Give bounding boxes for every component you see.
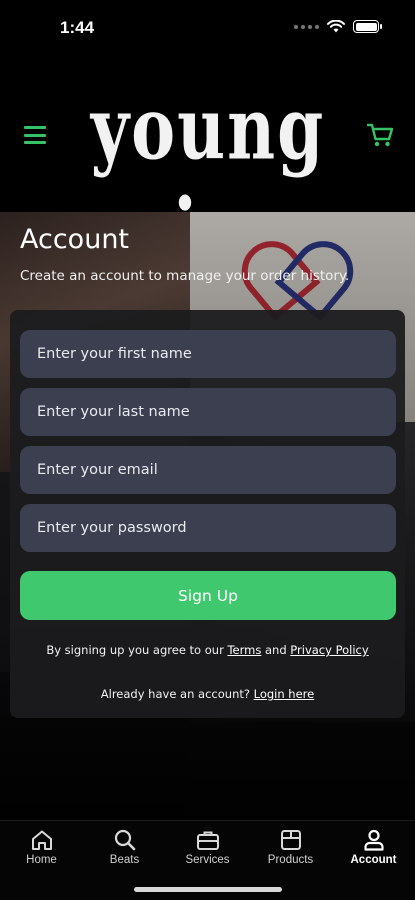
tab-home[interactable]: Home: [0, 829, 83, 866]
terms-link[interactable]: Terms: [227, 643, 261, 657]
battery-icon: [353, 20, 382, 33]
search-icon: [114, 829, 135, 851]
status-bar: 1:44: [0, 0, 415, 56]
tab-account[interactable]: Account: [332, 829, 415, 866]
first-name-field[interactable]: [20, 330, 396, 378]
page-title: Account: [20, 224, 130, 255]
password-field[interactable]: [20, 504, 396, 552]
status-time: 1:44: [60, 18, 95, 37]
cart-icon[interactable]: [367, 122, 395, 148]
user-icon: [363, 829, 384, 851]
signup-form: Sign Up By signing up you agree to our T…: [10, 310, 405, 718]
tab-products[interactable]: Products: [249, 829, 332, 866]
sign-up-button[interactable]: Sign Up: [20, 571, 396, 620]
tab-services[interactable]: Services: [166, 829, 249, 866]
tab-beats[interactable]: Beats: [83, 829, 166, 866]
email-field[interactable]: [20, 446, 396, 494]
tab-bar: Home Beats Services Products Account: [0, 820, 415, 900]
terms-notice: By signing up you agree to our Terms and…: [46, 643, 369, 657]
signal-dots-icon: [294, 24, 319, 29]
login-prompt: Already have an account? Login here: [100, 687, 315, 701]
home-indicator: [134, 887, 282, 892]
privacy-policy-link[interactable]: Privacy Policy: [290, 643, 368, 657]
wifi-icon: [327, 20, 345, 33]
briefcase-icon: [196, 831, 219, 850]
page-subtitle: Create an account to manage your order h…: [20, 268, 350, 284]
box-icon: [280, 830, 301, 850]
app-header: young sixx: [0, 56, 415, 281]
login-link[interactable]: Login here: [254, 687, 315, 701]
last-name-field[interactable]: [20, 388, 396, 436]
home-icon: [31, 830, 52, 850]
menu-icon[interactable]: [24, 126, 46, 144]
status-icons: [294, 20, 382, 33]
